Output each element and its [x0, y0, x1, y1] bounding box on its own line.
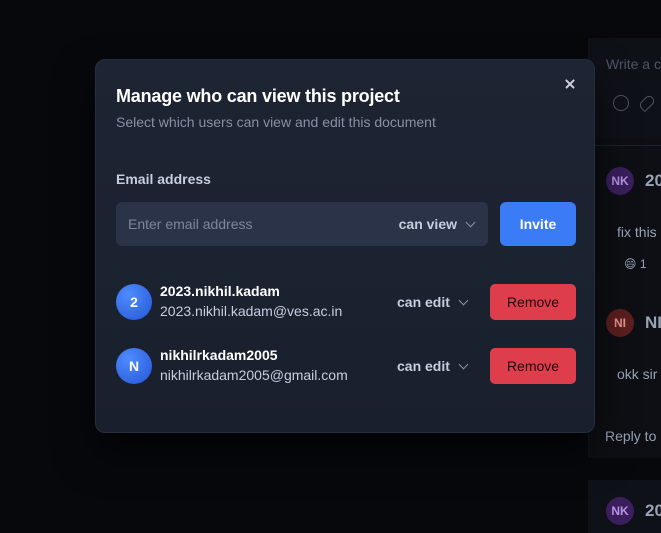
email-input[interactable]: [116, 202, 386, 246]
user-row: N nikhilrkadam2005 nikhilrkadam2005@gmai…: [116, 346, 576, 386]
permission-dropdown[interactable]: can view: [398, 202, 476, 246]
comment-author: NI: [645, 313, 661, 332]
user-name: 2023.nikhil.kadam: [160, 283, 280, 299]
close-icon[interactable]: [560, 74, 580, 94]
user-email: 2023.nikhil.kadam@ves.ac.in: [160, 303, 343, 319]
share-modal: Manage who can view this project Select …: [95, 59, 595, 433]
permission-value: can view: [398, 216, 457, 232]
permission-value: can edit: [397, 358, 450, 374]
comment-author: 20: [645, 501, 661, 520]
chevron-down-icon: [458, 359, 469, 369]
user-row: 2 2023.nikhil.kadam 2023.nikhil.kadam@ve…: [116, 282, 576, 322]
comment-compose: Write a c: [589, 38, 661, 138]
comment-author: 20: [645, 171, 661, 190]
emoji-icon[interactable]: [613, 95, 629, 111]
permission-value: can edit: [397, 294, 450, 310]
user-permission-dropdown[interactable]: can edit: [397, 346, 469, 386]
avatar: N: [116, 348, 152, 384]
reply-link[interactable]: Reply to: [605, 428, 656, 444]
comment-text: fix this: [617, 224, 657, 240]
comment-placeholder: Write a c: [606, 56, 661, 72]
comments-panel: Write a c: [588, 38, 661, 458]
modal-subtitle: Select which users can view and edit thi…: [116, 114, 436, 130]
invite-button[interactable]: Invite: [500, 202, 576, 246]
modal-title: Manage who can view this project: [116, 86, 400, 106]
reaction-badge[interactable]: 😄 1: [624, 257, 647, 271]
remove-button[interactable]: Remove: [490, 284, 576, 320]
divider: [588, 145, 661, 146]
avatar: NK: [606, 167, 634, 195]
chevron-down-icon: [458, 295, 469, 305]
chevron-down-icon: [465, 217, 476, 227]
email-field-group: can view: [116, 202, 488, 246]
user-name: nikhilrkadam2005: [160, 347, 278, 363]
user-email: nikhilrkadam2005@gmail.com: [160, 367, 348, 383]
email-label: Email address: [116, 171, 211, 187]
avatar: NI: [606, 309, 634, 337]
user-permission-dropdown[interactable]: can edit: [397, 282, 469, 322]
remove-button[interactable]: Remove: [490, 348, 576, 384]
avatar: NK: [606, 497, 634, 525]
paperclip-icon[interactable]: [637, 93, 657, 113]
comment-text: okk sir: [617, 366, 658, 382]
avatar: 2: [116, 284, 152, 320]
